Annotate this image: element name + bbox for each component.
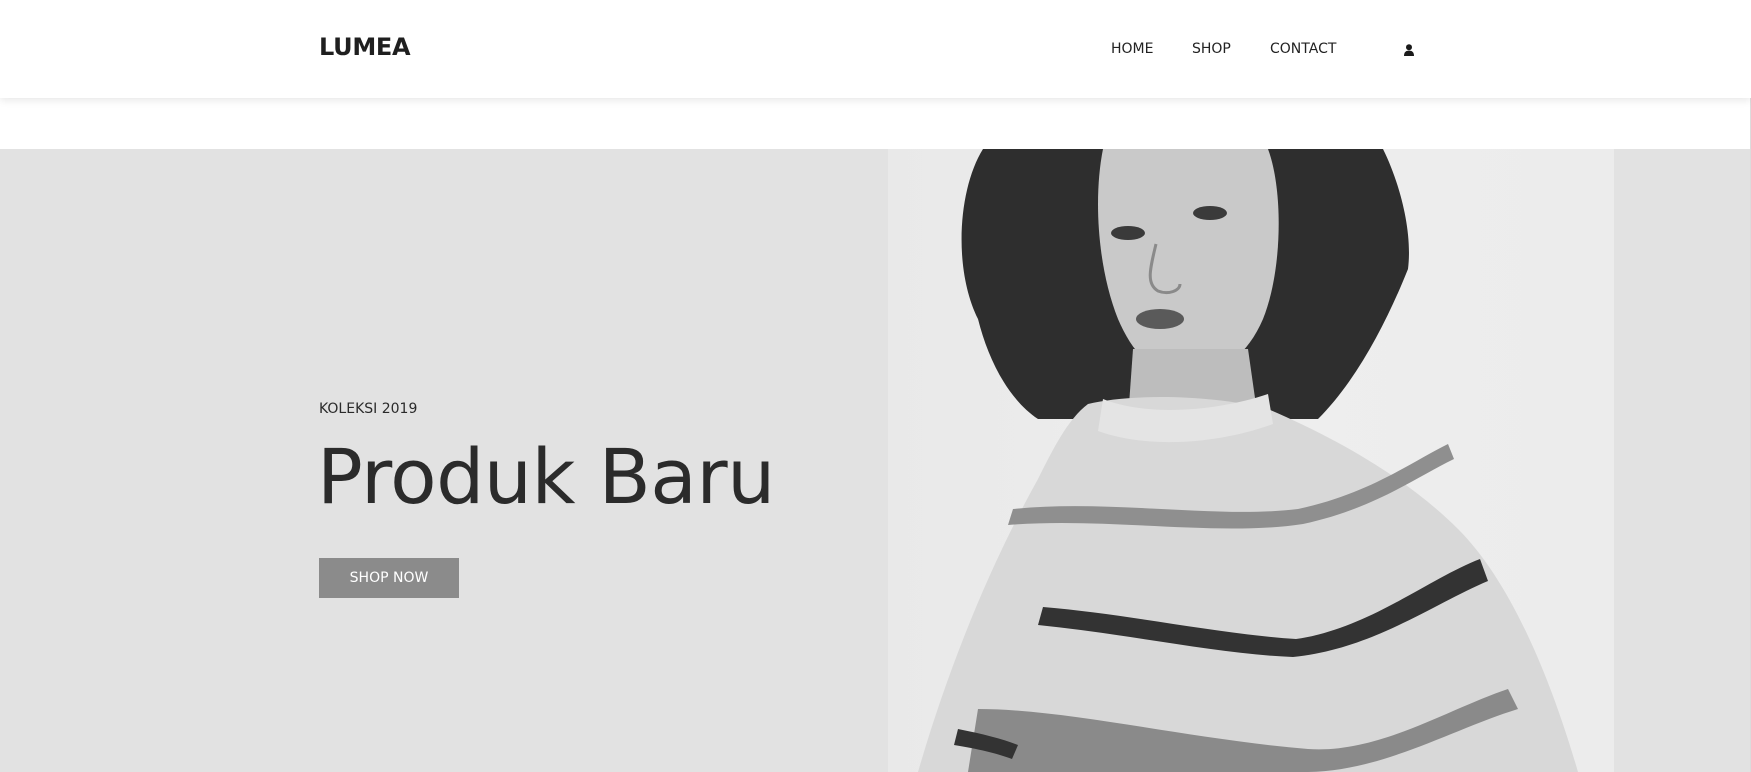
nav-contact-link[interactable]: CONTACT [1270, 41, 1336, 57]
site-header: LUMEA HOME SHOP CONTACT [0, 0, 1751, 98]
brand-logo[interactable]: LUMEA [319, 33, 411, 61]
hero-banner: KOLEKSI 2019 Produk Baru SHOP NOW [0, 149, 1750, 772]
nav-shop-link[interactable]: SHOP [1192, 41, 1231, 57]
nav-home-link[interactable]: HOME [1111, 41, 1153, 57]
shop-now-button[interactable]: SHOP NOW [319, 558, 459, 598]
collection-label: KOLEKSI 2019 [319, 401, 418, 417]
hero-title: Produk Baru [317, 432, 775, 521]
hero-model-photo [888, 149, 1614, 772]
user-icon[interactable] [1402, 42, 1416, 56]
